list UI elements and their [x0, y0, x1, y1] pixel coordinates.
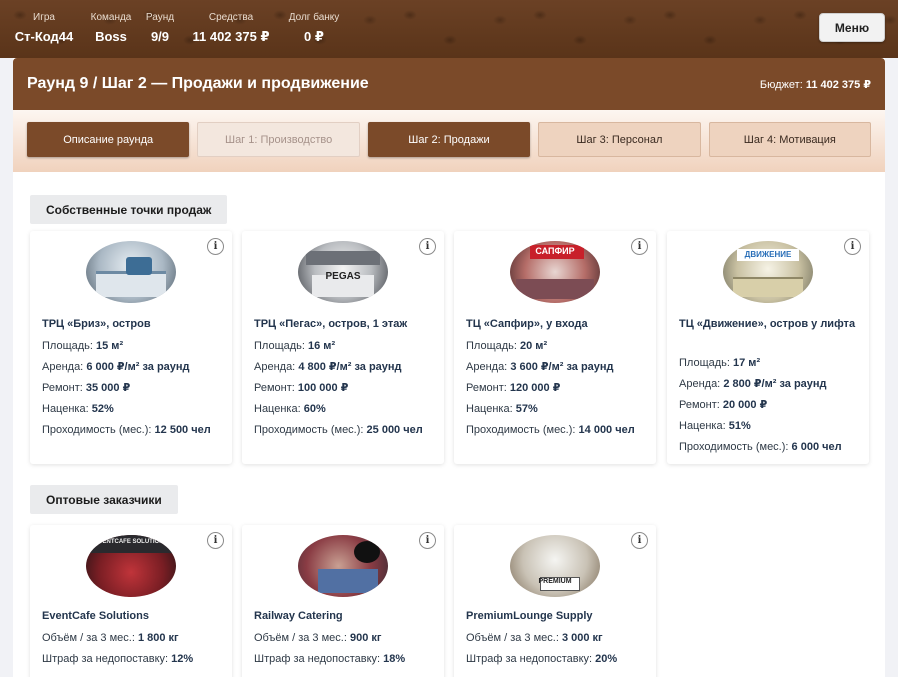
outlet-sign: САПФИР — [535, 246, 575, 256]
detail-area: Площадь: 20 м² — [466, 340, 548, 352]
outlet-sign: ДВИЖЕНИЕ — [744, 250, 792, 259]
budget-label: Бюджет: — [759, 78, 803, 91]
scrollbar[interactable] — [885, 58, 898, 677]
detail-volume: Объём / за 3 мес.: 1 800 кг — [42, 632, 179, 644]
detail-penalty: Штраф за недопоставку: 12% — [42, 653, 194, 665]
stat-value: 0 ₽ — [304, 29, 324, 44]
customer-card[interactable]: i Railway Catering Объём / за 3 мес.: 90… — [242, 525, 444, 677]
outlet-sign: PEGAS — [325, 271, 361, 282]
stat-funds: Средства 11 402 375 ₽ — [186, 12, 276, 45]
outlet-details: Площадь: 15 м² Аренда: 6 000 ₽/м² за рау… — [42, 336, 230, 441]
budget-indicator: Бюджет: 11 402 375 ₽ — [760, 78, 871, 91]
top-bar: Игра Ст-Код44 Команда Boss Раунд 9/9 Сре… — [0, 0, 898, 58]
stat-label: Средства — [208, 12, 254, 23]
outlet-photo — [86, 241, 176, 303]
stat-label: Долг банку — [288, 12, 340, 23]
info-icon[interactable]: i — [207, 532, 224, 549]
stat-label: Игра — [33, 12, 55, 23]
detail-traffic: Проходимость (мес.): 12 500 чел — [42, 424, 211, 436]
customer-card[interactable]: i EVENTCAFE SOLUTIONS EventCafe Solution… — [30, 525, 232, 677]
outlet-photo: PEGAS — [298, 241, 388, 303]
tab-step-1-production[interactable]: Шаг 1: Производство — [197, 122, 360, 157]
outlet-photo: ДВИЖЕНИЕ — [723, 241, 813, 303]
outlet-name: ТЦ «Движение», остров у лифта — [679, 318, 856, 330]
detail-volume: Объём / за 3 мес.: 3 000 кг — [466, 632, 603, 644]
outlet-name: ТЦ «Сапфир», у входа — [466, 318, 588, 330]
section-wholesale-customers: Оптовые заказчики — [30, 485, 178, 514]
detail-area: Площадь: 15 м² — [42, 340, 124, 352]
customer-name: EventCafe Solutions — [42, 610, 149, 622]
detail-repair: Ремонт: 100 000 ₽ — [254, 382, 349, 394]
stat-game: Игра Ст-Код44 — [13, 12, 75, 44]
info-icon[interactable]: i — [207, 238, 224, 255]
stat-label: Команда — [90, 12, 132, 23]
detail-traffic: Проходимость (мес.): 14 000 чел — [466, 424, 635, 436]
customer-name: PremiumLounge Supply — [466, 610, 593, 622]
round-panel: Раунд 9 / Шаг 2 — Продажи и продвижение … — [13, 58, 885, 677]
customer-photo: EVENTCAFE SOLUTIONS — [86, 535, 176, 597]
detail-markup: Наценка: 60% — [254, 403, 326, 415]
outlet-card[interactable]: i ДВИЖЕНИЕ ТЦ «Движение», остров у лифта… — [667, 231, 869, 464]
tab-step-2-sales[interactable]: Шаг 2: Продажи — [367, 122, 531, 157]
outlet-card[interactable]: i ТРЦ «Бриз», остров Площадь: 15 м² Арен… — [30, 231, 232, 464]
menu-button[interactable]: Меню — [819, 13, 885, 42]
panel-header: Раунд 9 / Шаг 2 — Продажи и продвижение … — [13, 58, 885, 110]
outlet-card[interactable]: i САПФИР ТЦ «Сапфир», у входа Площадь: 2… — [454, 231, 656, 464]
customer-card[interactable]: i PREMIUM PremiumLounge Supply Объём / з… — [454, 525, 656, 677]
stat-value: Ст-Код44 — [14, 29, 74, 44]
outlet-details: Площадь: 20 м² Аренда: 3 600 ₽/м² за рау… — [466, 336, 654, 441]
customer-photo — [298, 535, 388, 597]
detail-repair: Ремонт: 120 000 ₽ — [466, 382, 561, 394]
budget-value: 11 402 375 ₽ — [805, 78, 871, 91]
customer-sign: EVENTCAFE SOLUTIONS — [94, 539, 168, 545]
detail-markup: Наценка: 51% — [679, 420, 751, 432]
info-icon[interactable]: i — [844, 238, 861, 255]
detail-rent: Аренда: 2 800 ₽/м² за раунд — [679, 378, 827, 390]
step-tabs: Описание раунда Шаг 1: Производство Шаг … — [13, 110, 885, 172]
outlet-photo: САПФИР — [510, 241, 600, 303]
info-icon[interactable]: i — [419, 532, 436, 549]
outlet-name: ТРЦ «Бриз», остров — [42, 318, 151, 330]
customer-details: Объём / за 3 мес.: 1 800 кг Штраф за нед… — [42, 628, 230, 670]
customer-details: Объём / за 3 мес.: 900 кг Штраф за недоп… — [254, 628, 442, 670]
detail-volume: Объём / за 3 мес.: 900 кг — [254, 632, 382, 644]
detail-rent: Аренда: 3 600 ₽/м² за раунд — [466, 361, 614, 373]
detail-area: Площадь: 16 м² — [254, 340, 336, 352]
tab-round-description[interactable]: Описание раунда — [27, 122, 190, 157]
detail-rent: Аренда: 4 800 ₽/м² за раунд — [254, 361, 402, 373]
outlet-name: ТРЦ «Пегас», остров, 1 этаж — [254, 318, 408, 330]
detail-traffic: Проходимость (мес.): 6 000 чел — [679, 441, 842, 453]
stat-team: Команда Boss — [88, 12, 134, 44]
tab-step-4-motivation[interactable]: Шаг 4: Мотивация — [708, 122, 871, 157]
detail-penalty: Штраф за недопоставку: 18% — [254, 653, 406, 665]
detail-rent: Аренда: 6 000 ₽/м² за раунд — [42, 361, 190, 373]
customer-details: Объём / за 3 мес.: 3 000 кг Штраф за нед… — [466, 628, 654, 670]
detail-markup: Наценка: 57% — [466, 403, 538, 415]
stat-label: Раунд — [145, 12, 175, 23]
stat-value: 9/9 — [150, 29, 170, 44]
detail-penalty: Штраф за недопоставку: 20% — [466, 653, 618, 665]
stat-value: 11 402 375 ₽ — [192, 29, 270, 44]
stat-value: Boss — [95, 29, 127, 44]
detail-repair: Ремонт: 35 000 ₽ — [42, 382, 131, 394]
outlet-card[interactable]: i PEGAS ТРЦ «Пегас», остров, 1 этаж Площ… — [242, 231, 444, 464]
detail-repair: Ремонт: 20 000 ₽ — [679, 399, 768, 411]
section-own-sales-points: Собственные точки продаж — [30, 195, 228, 224]
outlet-details: Площадь: 17 м² Аренда: 2 800 ₽/м² за рау… — [679, 353, 867, 458]
info-icon[interactable]: i — [631, 532, 648, 549]
detail-markup: Наценка: 52% — [42, 403, 114, 415]
tab-step-3-staff[interactable]: Шаг 3: Персонал — [538, 122, 701, 157]
detail-traffic: Проходимость (мес.): 25 000 чел — [254, 424, 423, 436]
page-title: Раунд 9 / Шаг 2 — Продажи и продвижение — [27, 75, 369, 92]
outlet-details: Площадь: 16 м² Аренда: 4 800 ₽/м² за рау… — [254, 336, 442, 441]
customer-photo: PREMIUM — [510, 535, 600, 597]
detail-area: Площадь: 17 м² — [679, 357, 761, 369]
info-icon[interactable]: i — [631, 238, 648, 255]
info-icon[interactable]: i — [419, 238, 436, 255]
stat-round: Раунд 9/9 — [143, 12, 177, 44]
customer-name: Railway Catering — [254, 610, 343, 622]
stat-debt: Долг банку 0 ₽ — [284, 12, 344, 45]
customer-sign: PREMIUM — [538, 578, 572, 585]
